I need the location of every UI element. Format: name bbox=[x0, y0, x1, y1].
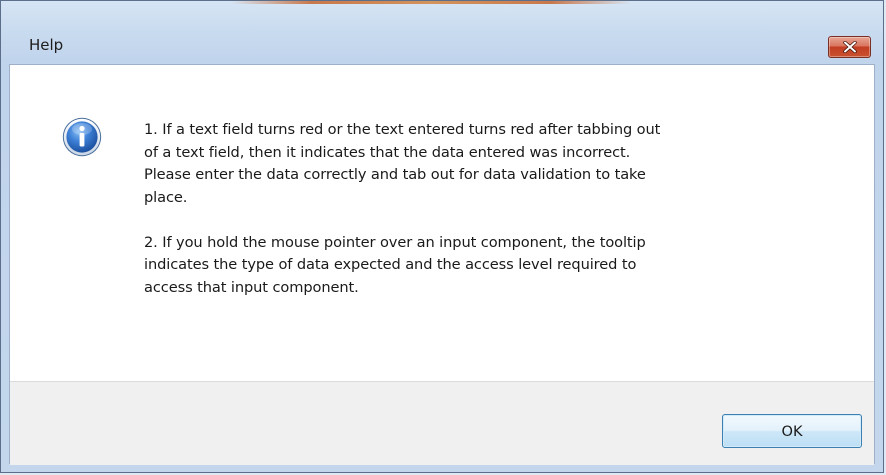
close-icon bbox=[842, 41, 857, 53]
window-title: Help bbox=[29, 36, 64, 54]
title-bar[interactable]: Help bbox=[1, 1, 883, 58]
button-footer: OK bbox=[10, 381, 874, 465]
ok-button[interactable]: OK bbox=[722, 414, 862, 448]
information-icon bbox=[62, 117, 102, 157]
dialog-client-area: 1. If a text field turns red or the text… bbox=[9, 64, 875, 465]
help-message: 1. If a text field turns red or the text… bbox=[144, 119, 844, 299]
message-area: 1. If a text field turns red or the text… bbox=[10, 65, 874, 381]
help-dialog-window: Help 1. If a text field turns red or the… bbox=[0, 0, 884, 473]
help-paragraph-1: 1. If a text field turns red or the text… bbox=[144, 121, 661, 206]
close-button[interactable] bbox=[828, 36, 871, 58]
help-paragraph-2: 2. If you hold the mouse pointer over an… bbox=[144, 233, 646, 296]
